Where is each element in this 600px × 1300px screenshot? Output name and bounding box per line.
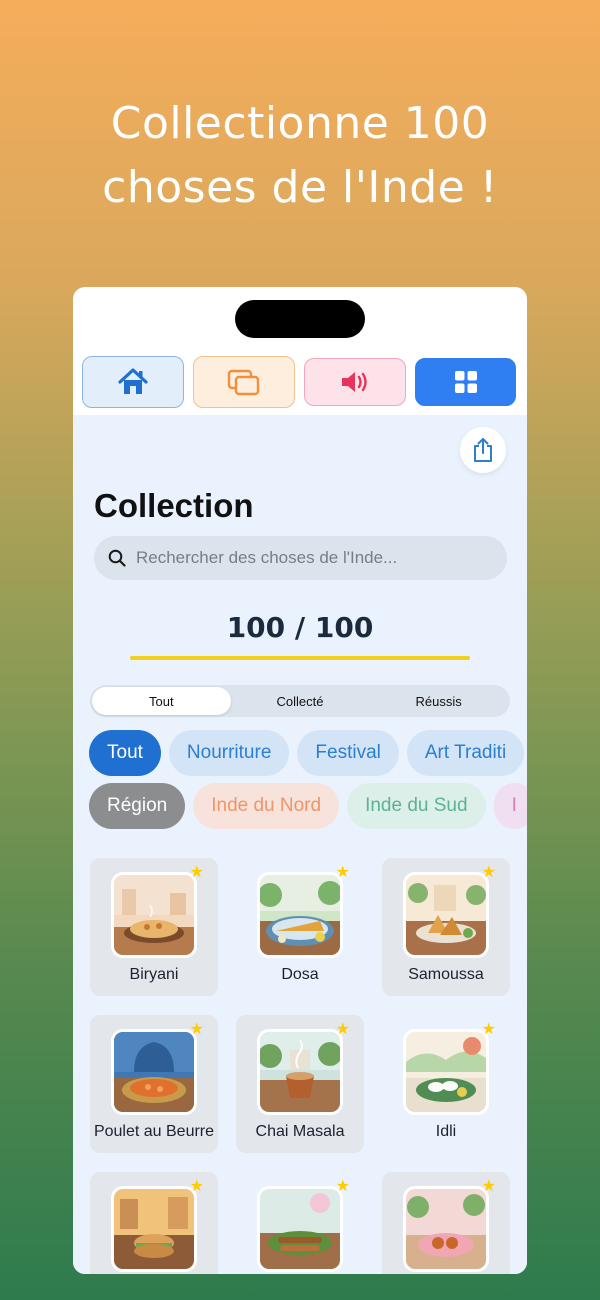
star-icon: ★ xyxy=(481,1178,496,1195)
filter-segmented-control: Tout Collecté Réussis xyxy=(90,685,510,717)
collection-card-8[interactable]: ★ xyxy=(236,1172,364,1274)
card-label: Samoussa xyxy=(408,966,484,983)
chip-inde-du-nord[interactable]: Inde du Nord xyxy=(193,783,340,829)
collected-count: 100 / 100 xyxy=(226,611,374,644)
samoussa-image xyxy=(403,872,489,958)
chai-image xyxy=(257,1029,343,1115)
promo-headline-line1: Collectionne 100 xyxy=(110,98,490,149)
biryani-image xyxy=(111,872,197,958)
star-icon: ★ xyxy=(189,1021,204,1038)
collection-content: Collection 100 / 100 Tout Collecté Réuss… xyxy=(73,415,527,1274)
star-icon: ★ xyxy=(481,864,496,881)
star-icon: ★ xyxy=(189,864,204,881)
star-icon: ★ xyxy=(481,1021,496,1038)
tab-cards[interactable] xyxy=(193,356,295,408)
card-label: Dosa xyxy=(281,966,319,983)
segment-tout[interactable]: Tout xyxy=(92,687,231,715)
kebab-image xyxy=(257,1186,343,1272)
search-input[interactable] xyxy=(136,548,496,568)
chip-nourriture[interactable]: Nourriture xyxy=(168,730,290,776)
card-label: Chai Masala xyxy=(255,1123,345,1140)
star-icon: ★ xyxy=(335,1178,350,1195)
collection-card-9[interactable]: ★ xyxy=(382,1172,510,1274)
butter-chicken-image xyxy=(111,1029,197,1115)
dynamic-island xyxy=(235,300,365,338)
star-icon: ★ xyxy=(189,1178,204,1195)
tab-home[interactable] xyxy=(82,356,184,408)
category-chip-row: Tout Nourriture Festival Art Traditi xyxy=(89,730,525,776)
chip-more-region[interactable]: I xyxy=(493,783,527,829)
speaker-icon xyxy=(342,372,367,392)
promo-headline: Collectionne 100 choses de l'Inde ! xyxy=(0,92,600,220)
house-icon xyxy=(118,368,148,394)
star-icon: ★ xyxy=(335,1021,350,1038)
segment-collecte[interactable]: Collecté xyxy=(231,687,370,715)
promo-headline-line2: choses de l'Inde ! xyxy=(102,162,498,213)
collection-card-7[interactable]: ★ xyxy=(90,1172,218,1274)
phone-screen: Collection 100 / 100 Tout Collecté Réuss… xyxy=(73,287,527,1274)
star-icon: ★ xyxy=(335,864,350,881)
segment-reussis[interactable]: Réussis xyxy=(369,687,508,715)
grid-icon xyxy=(454,371,477,393)
region-chip-row: Région Inde du Nord Inde du Sud I xyxy=(89,783,527,829)
chip-region[interactable]: Région xyxy=(89,783,186,829)
tab-collection-grid[interactable] xyxy=(415,358,516,406)
share-icon xyxy=(474,438,492,462)
chip-art-traditionnel[interactable]: Art Traditi xyxy=(406,730,525,776)
page-title: Collection xyxy=(94,487,254,524)
chip-inde-du-sud[interactable]: Inde du Sud xyxy=(347,783,486,829)
search-bar[interactable] xyxy=(94,536,507,580)
collection-card-biryani[interactable]: ★ Biryani xyxy=(90,858,218,996)
collection-card-chai-masala[interactable]: ★ Chai Masala xyxy=(236,1015,364,1153)
chip-festival[interactable]: Festival xyxy=(297,730,399,776)
dosa-image xyxy=(257,872,343,958)
card-label: Idli xyxy=(435,1123,457,1140)
collection-card-dosa[interactable]: ★ Dosa xyxy=(236,858,364,996)
top-tab-bar xyxy=(82,356,518,408)
vada-pav-image xyxy=(111,1186,197,1272)
collection-card-idli[interactable]: ★ Idli xyxy=(382,1015,510,1153)
idli-image xyxy=(403,1029,489,1115)
search-icon xyxy=(108,549,126,567)
gulab-jamun-image xyxy=(403,1186,489,1272)
card-label: Biryani xyxy=(129,966,179,983)
progress-bar xyxy=(130,656,470,660)
share-button[interactable] xyxy=(460,427,506,473)
collection-card-samoussa[interactable]: ★ Samoussa xyxy=(382,858,510,996)
collection-card-poulet-au-beurre[interactable]: ★ Poulet au Beurre xyxy=(90,1015,218,1153)
tab-sound[interactable] xyxy=(304,358,406,406)
cards-icon xyxy=(227,369,260,396)
chip-tout[interactable]: Tout xyxy=(89,730,161,776)
card-label: Poulet au Beurre xyxy=(93,1123,215,1140)
